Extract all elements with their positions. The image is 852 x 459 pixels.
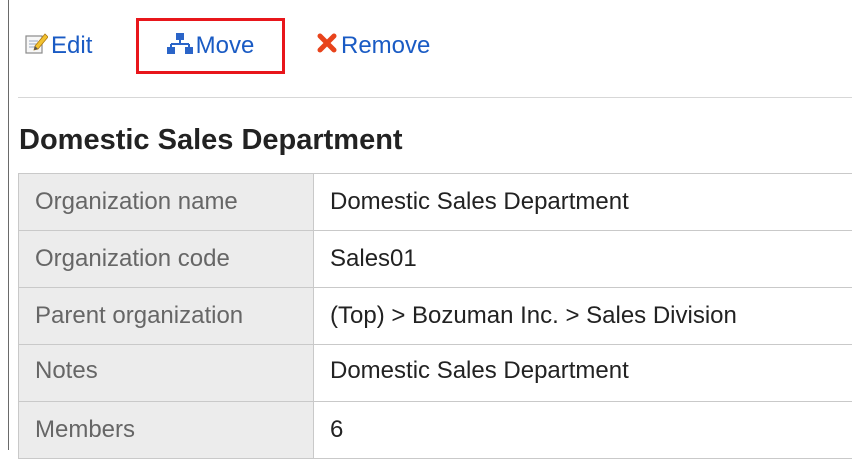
move-link[interactable]: Move [136, 18, 285, 74]
row-label: Organization code [19, 231, 314, 288]
section-title: Domestic Sales Department [19, 124, 403, 157]
edit-icon [24, 31, 48, 62]
edit-link[interactable]: Edit [24, 18, 92, 74]
row-value: Domestic Sales Department [314, 345, 852, 402]
row-label: Organization name [19, 174, 314, 231]
table-row: Organization code Sales01 [19, 231, 852, 288]
move-label: Move [196, 32, 255, 60]
table-row: Notes Domestic Sales Department [19, 345, 852, 402]
remove-x-icon [316, 32, 338, 61]
remove-label: Remove [341, 32, 430, 60]
row-value: (Top) > Bozuman Inc. > Sales Division [314, 288, 852, 345]
org-tree-icon [167, 31, 193, 62]
row-value: Sales01 [314, 231, 852, 288]
row-label: Notes [19, 345, 314, 402]
table-row: Parent organization (Top) > Bozuman Inc.… [19, 288, 852, 345]
details-table: Organization name Domestic Sales Departm… [18, 173, 852, 459]
row-value: Domestic Sales Department [314, 174, 852, 231]
table-row: Organization name Domestic Sales Departm… [19, 174, 852, 231]
remove-link[interactable]: Remove [316, 18, 430, 74]
edit-label: Edit [51, 32, 92, 60]
row-label: Parent organization [19, 288, 314, 345]
toolbar: Edit Move Remove [8, 18, 852, 78]
toolbar-divider [18, 97, 852, 98]
